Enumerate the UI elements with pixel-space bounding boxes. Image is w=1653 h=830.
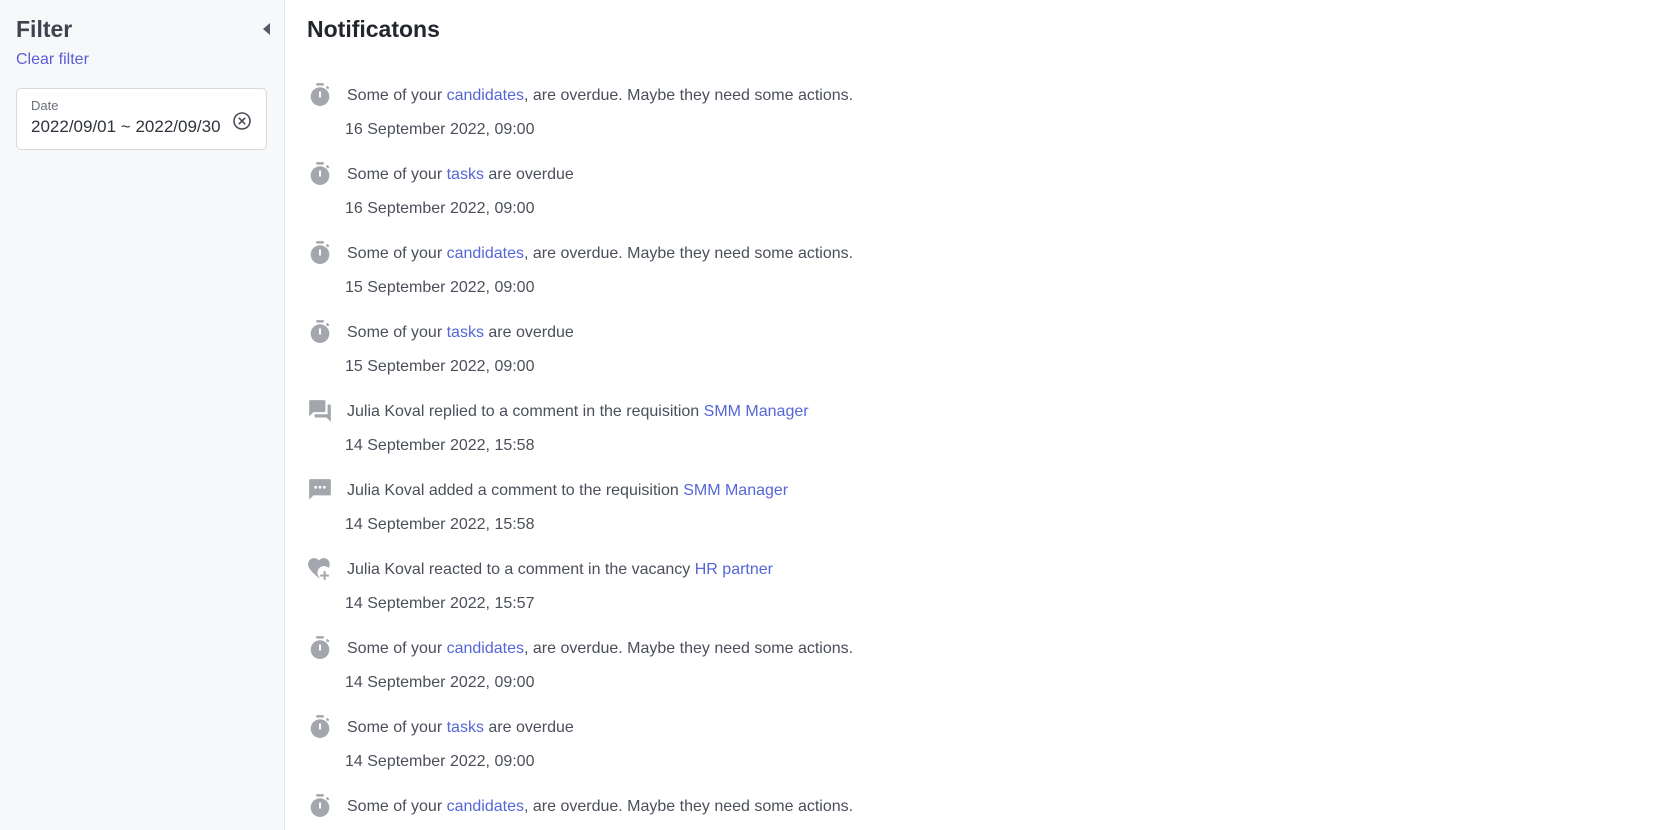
notification-text-end: are overdue (483, 719, 574, 736)
notification-time: 15 September 2022, 09:00 (345, 358, 535, 375)
notification-message: Julia Koval replied to a comment in the … (347, 403, 809, 421)
caret-left-icon (262, 23, 270, 35)
notification-time: 14 September 2022, 15:57 (345, 595, 535, 612)
notification-item: Julia Koval replied to a comment in the … (305, 396, 1633, 475)
notification-text: Some of your (347, 324, 447, 341)
notification-text: Some of your (347, 87, 447, 104)
forum-icon (307, 398, 333, 424)
notification-link[interactable]: tasks (447, 719, 484, 736)
notification-list: Some of your candidates, are overdue. Ma… (305, 80, 1633, 830)
notification-link[interactable]: tasks (447, 324, 484, 341)
notification-message: Some of your candidates, are overdue. Ma… (347, 640, 853, 658)
notification-text: Julia Koval replied to a comment in the … (347, 403, 704, 420)
timer-icon (307, 714, 333, 740)
notification-link[interactable]: HR partner (695, 561, 773, 578)
notification-time: 16 September 2022, 09:00 (345, 200, 535, 217)
date-range-field[interactable]: Date 2022/09/01 ~ 2022/09/30 (16, 88, 267, 150)
notification-time: 14 September 2022, 15:58 (345, 516, 535, 533)
notification-link[interactable]: SMM Manager (683, 482, 788, 499)
notification-link[interactable]: candidates (447, 245, 524, 262)
notification-time: 14 September 2022, 09:00 (345, 674, 535, 691)
notification-text: Some of your (347, 245, 447, 262)
timer-icon (307, 161, 333, 187)
notification-item: Some of your tasks are overdue 16 Septem… (305, 159, 1633, 238)
notification-message: Julia Koval reacted to a comment in the … (347, 561, 773, 579)
comment-icon (307, 477, 333, 503)
notification-time: 14 September 2022, 09:00 (345, 753, 535, 770)
notification-link[interactable]: candidates (447, 640, 524, 657)
heart-plus-icon (307, 556, 333, 582)
notification-link[interactable]: candidates (447, 798, 524, 815)
collapse-sidebar-button[interactable] (260, 22, 272, 36)
notification-link[interactable]: candidates (447, 87, 524, 104)
notification-message: Some of your candidates, are overdue. Ma… (347, 245, 853, 263)
notification-item: Some of your candidates, are overdue. Ma… (305, 791, 1633, 830)
notification-link[interactable]: SMM Manager (704, 403, 809, 420)
notifications-panel: Notificatons Some of your candidates, ar… (285, 0, 1653, 830)
notification-message: Some of your tasks are overdue (347, 166, 574, 184)
notification-text: Julia Koval added a comment to the requi… (347, 482, 684, 499)
clear-circle-icon[interactable] (232, 111, 252, 131)
notification-message: Some of your tasks are overdue (347, 324, 574, 342)
notification-message: Julia Koval added a comment to the requi… (347, 482, 788, 500)
clear-filter-link[interactable]: Clear filter (16, 51, 89, 69)
app: Filter Clear filter Date 2022/09/01 ~ 20… (0, 0, 1653, 830)
timer-icon (307, 240, 333, 266)
notification-text: Some of your (347, 798, 447, 815)
notification-item: Julia Koval added a comment to the requi… (305, 475, 1633, 554)
timer-icon (307, 319, 333, 345)
notification-text-end: , are overdue. Maybe they need some acti… (524, 798, 854, 815)
notification-text: Some of your (347, 719, 447, 736)
date-range-value[interactable]: 2022/09/01 ~ 2022/09/30 (31, 117, 223, 137)
notification-message: Some of your candidates, are overdue. Ma… (347, 87, 853, 105)
notification-text-end: , are overdue. Maybe they need some acti… (524, 87, 854, 104)
notification-text: Some of your (347, 166, 447, 183)
notification-message: Some of your tasks are overdue (347, 719, 574, 737)
filter-title: Filter (16, 16, 73, 42)
notification-text: Julia Koval reacted to a comment in the … (347, 561, 695, 578)
notification-text-end: , are overdue. Maybe they need some acti… (524, 640, 854, 657)
date-field-label: Date (31, 98, 59, 113)
page-title: Notificatons (307, 16, 440, 42)
timer-icon (307, 793, 333, 819)
timer-icon (307, 635, 333, 661)
notification-time: 14 September 2022, 15:58 (345, 437, 535, 454)
notification-text-end: , are overdue. Maybe they need some acti… (524, 245, 854, 262)
notification-time: 15 September 2022, 09:00 (345, 279, 535, 296)
notification-text-end: are overdue (483, 166, 574, 183)
notification-item: Some of your tasks are overdue 15 Septem… (305, 317, 1633, 396)
timer-icon (307, 82, 333, 108)
notification-item: Some of your tasks are overdue 14 Septem… (305, 712, 1633, 791)
notification-message: Some of your candidates, are overdue. Ma… (347, 798, 853, 816)
notification-item: Some of your candidates, are overdue. Ma… (305, 238, 1633, 317)
notification-time: 16 September 2022, 09:00 (345, 121, 535, 138)
notification-item: Some of your candidates, are overdue. Ma… (305, 633, 1633, 712)
filter-sidebar: Filter Clear filter Date 2022/09/01 ~ 20… (0, 0, 285, 830)
notification-text-end: are overdue (483, 324, 574, 341)
notification-text: Some of your (347, 640, 447, 657)
notification-item: Some of your candidates, are overdue. Ma… (305, 80, 1633, 159)
notification-item: Julia Koval reacted to a comment in the … (305, 554, 1633, 633)
notification-link[interactable]: tasks (447, 166, 484, 183)
